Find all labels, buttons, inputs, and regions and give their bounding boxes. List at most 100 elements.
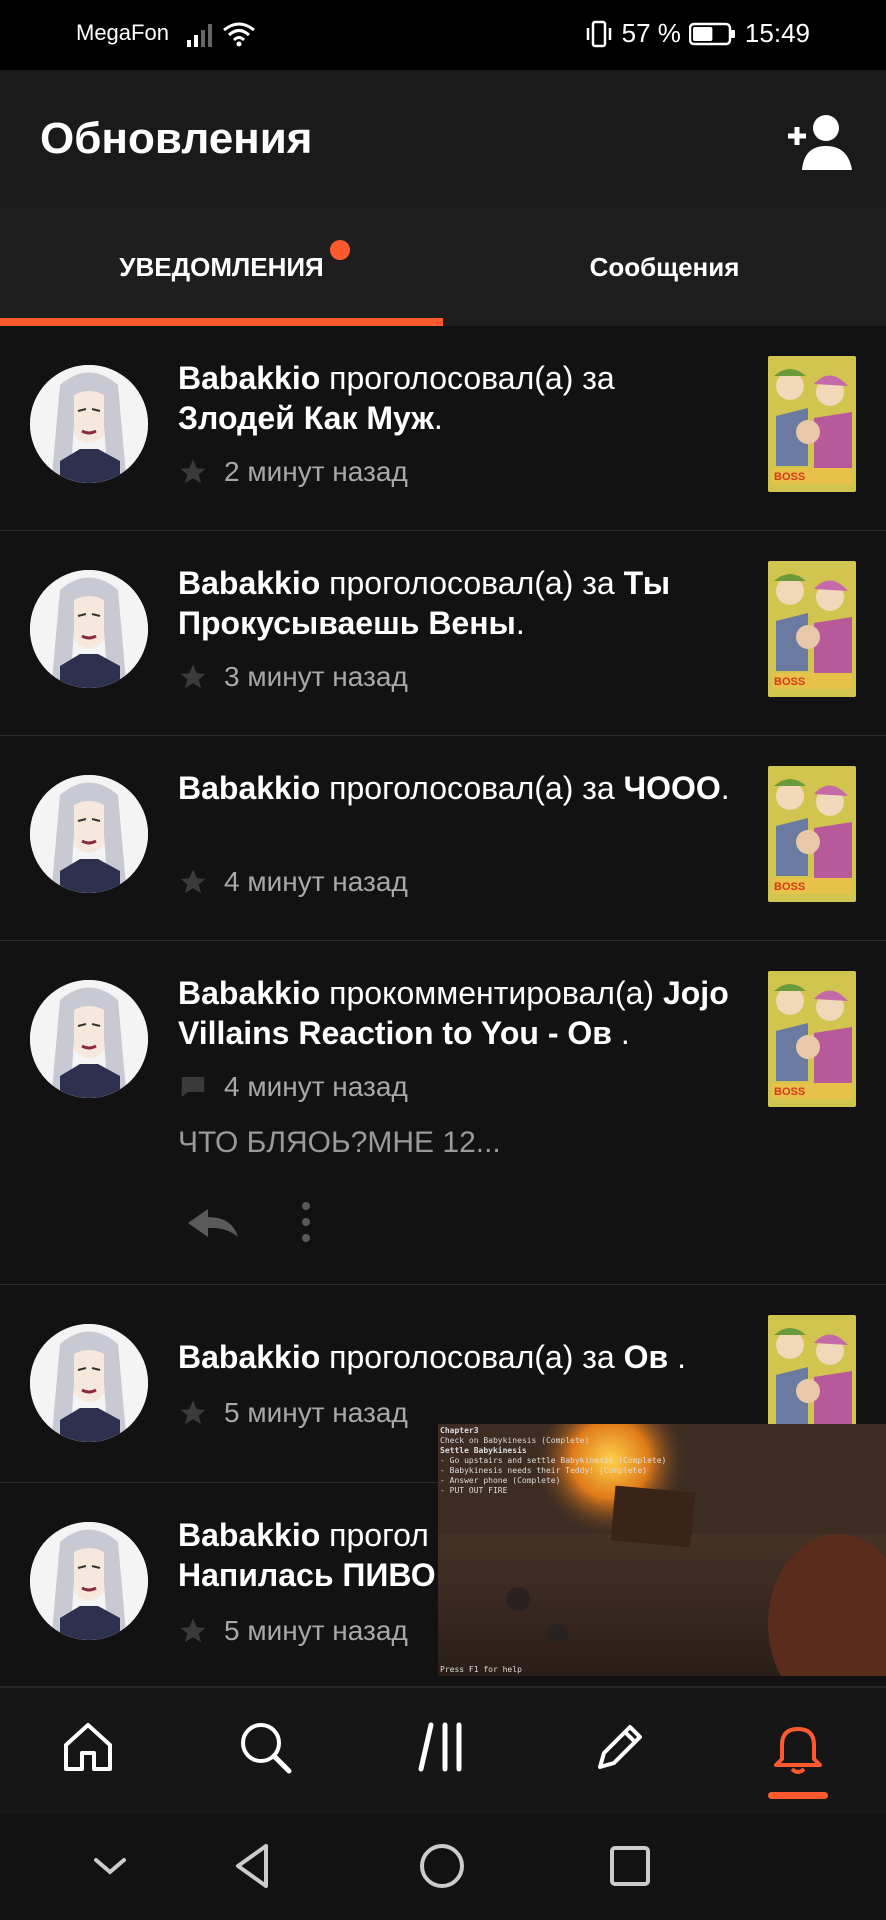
tab-bar: УВЕДОМЛЕНИЯ Сообщения: [0, 208, 886, 326]
timestamp: 5 минут назад: [224, 1615, 408, 1646]
app-bar: Обновления: [0, 70, 886, 208]
tab-notifications[interactable]: УВЕДОМЛЕНИЯ: [0, 208, 443, 326]
star-icon: [180, 1618, 206, 1643]
add-user-icon[interactable]: [786, 112, 856, 170]
svg-text:BOSS: BOSS: [774, 471, 805, 483]
signal-icon: [187, 24, 212, 47]
tab-notifications-label: УВЕДОМЛЕНИЯ: [119, 251, 324, 282]
chevron-down-icon[interactable]: [80, 1836, 140, 1896]
notification-item[interactable]: Babakkio проголосовал(а) за ЧООО. 4 мину…: [0, 736, 886, 941]
story-title[interactable]: Напилась ПИВО: [178, 1557, 436, 1593]
nav-write[interactable]: [585, 1712, 655, 1782]
notification-item[interactable]: Babakkio прокомментировал(а) Jojo Villai…: [0, 941, 886, 1285]
user-name[interactable]: Babakkio: [178, 770, 320, 806]
notification-text: Babakkio прогол Напилась ПИВО: [178, 1515, 438, 1595]
star-icon: [180, 1400, 206, 1425]
notifications-icon: [774, 1727, 822, 1774]
comment-icon: [181, 1077, 205, 1097]
wifi-icon: [223, 22, 255, 47]
user-name[interactable]: Babakkio: [178, 1339, 320, 1375]
punctuation: .: [611, 1015, 630, 1051]
recents-icon[interactable]: [600, 1836, 660, 1896]
avatar[interactable]: [30, 570, 148, 688]
avatar[interactable]: [30, 1522, 148, 1640]
comment-preview[interactable]: ЧТО БЛЯОЬ?МНЕ 12...: [178, 1126, 501, 1160]
user-name[interactable]: Babakkio: [178, 565, 320, 601]
home-circle-icon[interactable]: [412, 1836, 472, 1896]
svg-text:BOSS: BOSS: [774, 1086, 805, 1098]
vibrate-icon: [586, 20, 611, 47]
avatar[interactable]: [30, 980, 148, 1098]
story-title[interactable]: Злодей Как Муж: [178, 400, 434, 436]
story-cover[interactable]: BOSS: [768, 971, 856, 1107]
objective-line: - Answer phone (Complete): [440, 1476, 561, 1485]
star-icon: [180, 869, 206, 894]
objective-line: - Go upstairs and settle Babykinesis (Co…: [440, 1456, 667, 1465]
punctuation: .: [720, 770, 730, 806]
home-icon: [64, 1723, 112, 1771]
action-text: проголосовал(а) за: [329, 565, 615, 601]
avatar[interactable]: [30, 1324, 148, 1442]
clock: 15:49: [744, 18, 810, 48]
story-title[interactable]: ЧООО: [624, 770, 721, 806]
page-title: Обновления: [40, 114, 313, 163]
carrier-name: MegaFon: [76, 20, 169, 45]
more-options-icon[interactable]: [294, 1199, 318, 1245]
user-name[interactable]: Babakkio: [178, 360, 320, 396]
battery-icon: [688, 22, 735, 45]
user-name[interactable]: Babakkio: [178, 975, 320, 1011]
unread-badge: [330, 240, 350, 260]
story-title[interactable]: Ов: [624, 1339, 669, 1375]
action-text: проголосовал(а) за: [329, 770, 615, 806]
action-text: проголосовал(а) за: [329, 360, 615, 396]
system-navigation: [0, 1814, 886, 1920]
notification-meta: 5 минут назад: [178, 1397, 408, 1429]
notification-text: Babakkio проголосовал(а) за Злодей Как М…: [178, 358, 738, 438]
back-icon[interactable]: [224, 1836, 284, 1896]
game-objectives: Chapter3 Check on Babykinesis (Complete)…: [440, 1426, 666, 1496]
star-icon: [180, 664, 206, 689]
notification-meta: 5 минут назад: [178, 1615, 408, 1647]
notification-meta: 2 минут назад: [178, 456, 408, 488]
objective-line: - PUT OUT FIRE: [440, 1486, 508, 1495]
svg-text:BOSS: BOSS: [774, 676, 805, 688]
tab-messages-label: Сообщения: [589, 251, 740, 282]
notification-item[interactable]: Babakkio проголосовал(а) за Ты Прокусыва…: [0, 531, 886, 736]
library-icon: [418, 1722, 462, 1772]
avatar[interactable]: [30, 775, 148, 893]
notification-meta: 4 минут назад: [178, 1071, 408, 1103]
notification-text: Babakkio прокомментировал(а) Jojo Villai…: [178, 973, 738, 1053]
punctuation: .: [433, 400, 443, 436]
notification-text: Babakkio проголосовал(а) за Ты Прокусыва…: [178, 563, 738, 643]
nav-notifications[interactable]: [763, 1712, 833, 1782]
timestamp: 4 минут назад: [224, 866, 408, 897]
action-text: прогол: [329, 1517, 429, 1553]
notification-text: Babakkio проголосовал(а) за Ов .: [178, 1337, 738, 1377]
action-text: прокомментировал(а): [329, 975, 655, 1011]
objective-line: Chapter3: [440, 1426, 479, 1435]
story-cover[interactable]: BOSS: [768, 356, 856, 492]
nav-home[interactable]: [53, 1712, 123, 1782]
notification-meta: 4 минут назад: [178, 866, 408, 898]
star-icon: [180, 459, 206, 484]
notification-text: Babakkio проголосовал(а) за ЧООО.: [178, 768, 738, 808]
objective-line: - Babykinesis needs their Teddy! (Comple…: [440, 1466, 648, 1475]
story-cover[interactable]: BOSS: [768, 561, 856, 697]
notification-meta: 3 минут назад: [178, 661, 408, 693]
action-text: проголосовал(а) за: [329, 1339, 615, 1375]
search-icon: [241, 1723, 292, 1774]
reply-icon[interactable]: [182, 1203, 242, 1243]
nav-library[interactable]: [408, 1712, 478, 1782]
bottom-navigation: [0, 1686, 886, 1814]
story-cover[interactable]: BOSS: [768, 766, 856, 902]
avatar[interactable]: [30, 365, 148, 483]
notification-item[interactable]: Babakkio проголосовал(а) за Злодей Как М…: [0, 326, 886, 531]
game-help-text: Press F1 for help: [440, 1665, 522, 1674]
video-overlay[interactable]: Chapter3 Check on Babykinesis (Complete)…: [438, 1424, 886, 1676]
punctuation: .: [668, 1339, 686, 1375]
nav-search[interactable]: [230, 1712, 300, 1782]
user-name[interactable]: Babakkio: [178, 1517, 320, 1553]
punctuation: .: [515, 605, 525, 641]
tab-messages[interactable]: Сообщения: [443, 208, 886, 326]
timestamp: 3 минут назад: [224, 661, 408, 692]
